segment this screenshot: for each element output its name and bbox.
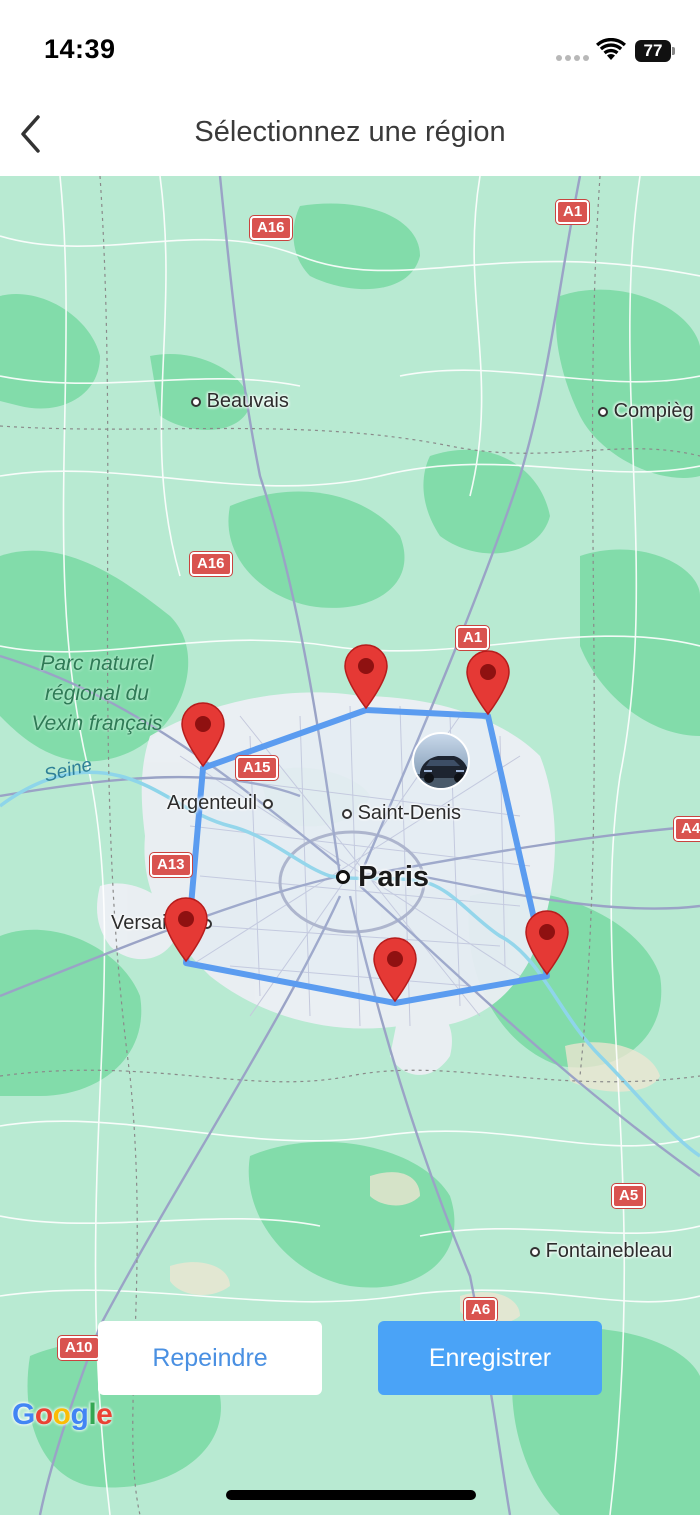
road-shield-a1: A1 bbox=[456, 626, 490, 650]
place-saint-denis: Saint-Denis bbox=[342, 802, 461, 825]
wifi-icon bbox=[596, 38, 626, 60]
polygon-vertex-pin[interactable] bbox=[162, 897, 210, 963]
repaint-button[interactable]: Repeindre bbox=[98, 1321, 322, 1395]
status-bar: 14:39 77 bbox=[0, 0, 700, 100]
road-shield-a16: A16 bbox=[250, 216, 292, 240]
page-title: Sélectionnez une région bbox=[194, 116, 506, 148]
status-time: 14:39 bbox=[44, 34, 116, 64]
map-view[interactable]: Beauvais Compièg Argenteuil Saint-Denis … bbox=[0, 176, 700, 1515]
place-paris: Paris bbox=[336, 860, 429, 894]
place-argenteuil: Argenteuil bbox=[167, 792, 273, 815]
polygon-vertex-pin[interactable] bbox=[523, 910, 571, 976]
road-shield-a15: A15 bbox=[236, 756, 278, 780]
cellular-signal-icon bbox=[556, 55, 589, 61]
polygon-vertex-pin[interactable] bbox=[371, 937, 419, 1003]
battery-icon: 77 bbox=[635, 40, 675, 62]
road-shield-a4: A4 bbox=[674, 817, 700, 841]
home-indicator[interactable] bbox=[226, 1490, 476, 1500]
map-canvas[interactable] bbox=[0, 176, 700, 1515]
battery-level: 77 bbox=[643, 41, 663, 60]
road-shield-a10: A10 bbox=[58, 1336, 100, 1360]
road-shield-a1: A1 bbox=[556, 200, 590, 224]
place-compiegne: Compièg bbox=[598, 400, 694, 423]
navigation-bar: Sélectionnez une région bbox=[0, 100, 700, 176]
vehicle-marker[interactable] bbox=[412, 732, 470, 790]
selection-polygon bbox=[183, 707, 550, 1006]
polygon-vertex-pin[interactable] bbox=[179, 702, 227, 768]
road-shield-a5: A5 bbox=[612, 1184, 646, 1208]
polygon-vertex-pin[interactable] bbox=[464, 650, 512, 716]
road-shield-a16: A16 bbox=[190, 552, 232, 576]
polygon-vertex-pin[interactable] bbox=[342, 644, 390, 710]
road-shield-a6: A6 bbox=[464, 1298, 498, 1322]
farmland-areas bbox=[170, 1042, 660, 1326]
save-button[interactable]: Enregistrer bbox=[378, 1321, 602, 1395]
road-shield-a13: A13 bbox=[150, 853, 192, 877]
place-beauvais: Beauvais bbox=[191, 390, 289, 413]
place-fontainebleau: Fontainebleau bbox=[530, 1240, 672, 1263]
google-logo: Google bbox=[12, 1398, 113, 1431]
park-label: Parc naturel régional du Vexin français bbox=[31, 652, 163, 735]
